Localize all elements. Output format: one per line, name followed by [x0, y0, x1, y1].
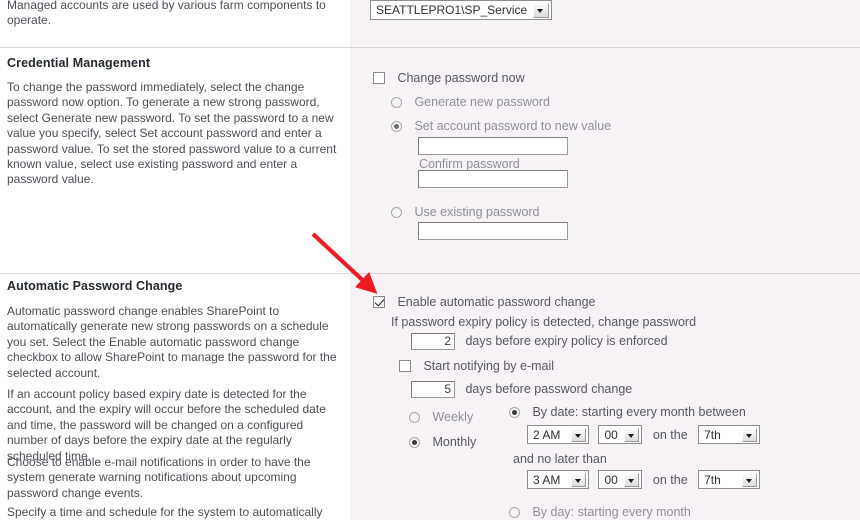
intro-description: Managed accounts are used by various far…: [7, 0, 326, 28]
change-password-now-label: Change password now: [397, 71, 525, 85]
expiry-days-input[interactable]: [411, 333, 455, 350]
end-on-the-label: on the: [652, 472, 688, 487]
start-minute-select[interactable]: 00: [598, 425, 643, 444]
enable-automatic-password-change-checkbox[interactable]: [373, 296, 385, 308]
generate-new-password-radio[interactable]: [391, 97, 402, 108]
new-password-field[interactable]: [418, 137, 568, 155]
managed-account-value: SEATTLEPRO1\SP_Service: [376, 3, 528, 17]
weekly-radio[interactable]: [409, 412, 420, 423]
managed-account-select[interactable]: SEATTLEPRO1\SP_Service: [370, 0, 553, 20]
notify-days-suffix-label: days before password change: [465, 382, 633, 396]
start-notifying-checkbox[interactable]: [399, 360, 411, 372]
end-hour-select[interactable]: 3 AM: [527, 470, 589, 489]
expiry-days-suffix-label: days before expiry policy is enforced: [465, 334, 668, 348]
by-day-radio[interactable]: [509, 507, 520, 518]
automatic-password-change-heading: Automatic Password Change: [7, 279, 183, 293]
start-day-select[interactable]: 7th: [698, 425, 761, 444]
monthly-label: Monthly: [432, 435, 477, 449]
end-hour-value: 3 AM: [533, 473, 561, 487]
use-existing-password-radio[interactable]: [391, 207, 402, 218]
start-minute-value: 00: [604, 428, 618, 442]
automatic-password-change-description-4: Specify a time and schedule for the syst…: [7, 505, 323, 519]
chevron-down-icon: [571, 428, 586, 442]
automatic-password-change-description-3: Choose to enable e-mail notifications in…: [7, 455, 311, 500]
end-day-select[interactable]: 7th: [698, 470, 761, 489]
chevron-down-icon: [624, 473, 640, 487]
weekly-label: Weekly: [432, 410, 474, 424]
section-divider-1: [0, 47, 860, 48]
start-notifying-label: Start notifying by e-mail: [423, 359, 555, 373]
by-day-label: By day: starting every month: [532, 505, 691, 519]
start-hour-select[interactable]: 2 AM: [527, 425, 589, 444]
start-day-value: 7th: [704, 428, 721, 442]
page-root: Managed accounts are used by various far…: [0, 0, 860, 520]
existing-password-field[interactable]: [418, 222, 568, 240]
enable-automatic-password-change-label: Enable automatic password change: [397, 295, 596, 309]
monthly-radio[interactable]: [409, 437, 420, 448]
expiry-policy-text: If password expiry policy is detected, c…: [391, 315, 697, 329]
use-existing-password-label: Use existing password: [414, 205, 540, 219]
set-account-password-label: Set account password to new value: [414, 119, 612, 133]
credential-management-description: To change the password immediately, sele…: [7, 80, 337, 187]
chevron-down-icon: [571, 473, 586, 487]
end-minute-value: 00: [604, 473, 618, 487]
chevron-down-icon: [624, 428, 640, 442]
credential-management-heading: Credential Management: [7, 56, 151, 70]
start-on-the-label: on the: [652, 427, 688, 442]
start-hour-value: 2 AM: [533, 428, 561, 442]
set-account-password-radio[interactable]: [391, 121, 402, 132]
no-later-than-label: and no later than: [513, 452, 607, 466]
by-date-radio[interactable]: [509, 407, 520, 418]
by-date-label: By date: starting every month between: [532, 405, 746, 419]
chevron-down-icon: [742, 428, 758, 442]
automatic-password-change-description-1: Automatic password change enables ShareP…: [7, 304, 337, 380]
confirm-password-field[interactable]: [418, 170, 568, 188]
notify-days-input[interactable]: [411, 381, 455, 398]
end-minute-select[interactable]: 00: [598, 470, 643, 489]
automatic-password-change-description-2: If an account policy based expiry date i…: [7, 387, 326, 463]
end-day-value: 7th: [704, 473, 721, 487]
generate-new-password-label: Generate new password: [414, 95, 550, 109]
confirm-password-label: Confirm password: [419, 157, 520, 171]
chevron-down-icon: [533, 3, 550, 18]
section-divider-2: [0, 273, 860, 274]
chevron-down-icon: [742, 473, 758, 487]
change-password-now-checkbox[interactable]: [373, 72, 385, 84]
